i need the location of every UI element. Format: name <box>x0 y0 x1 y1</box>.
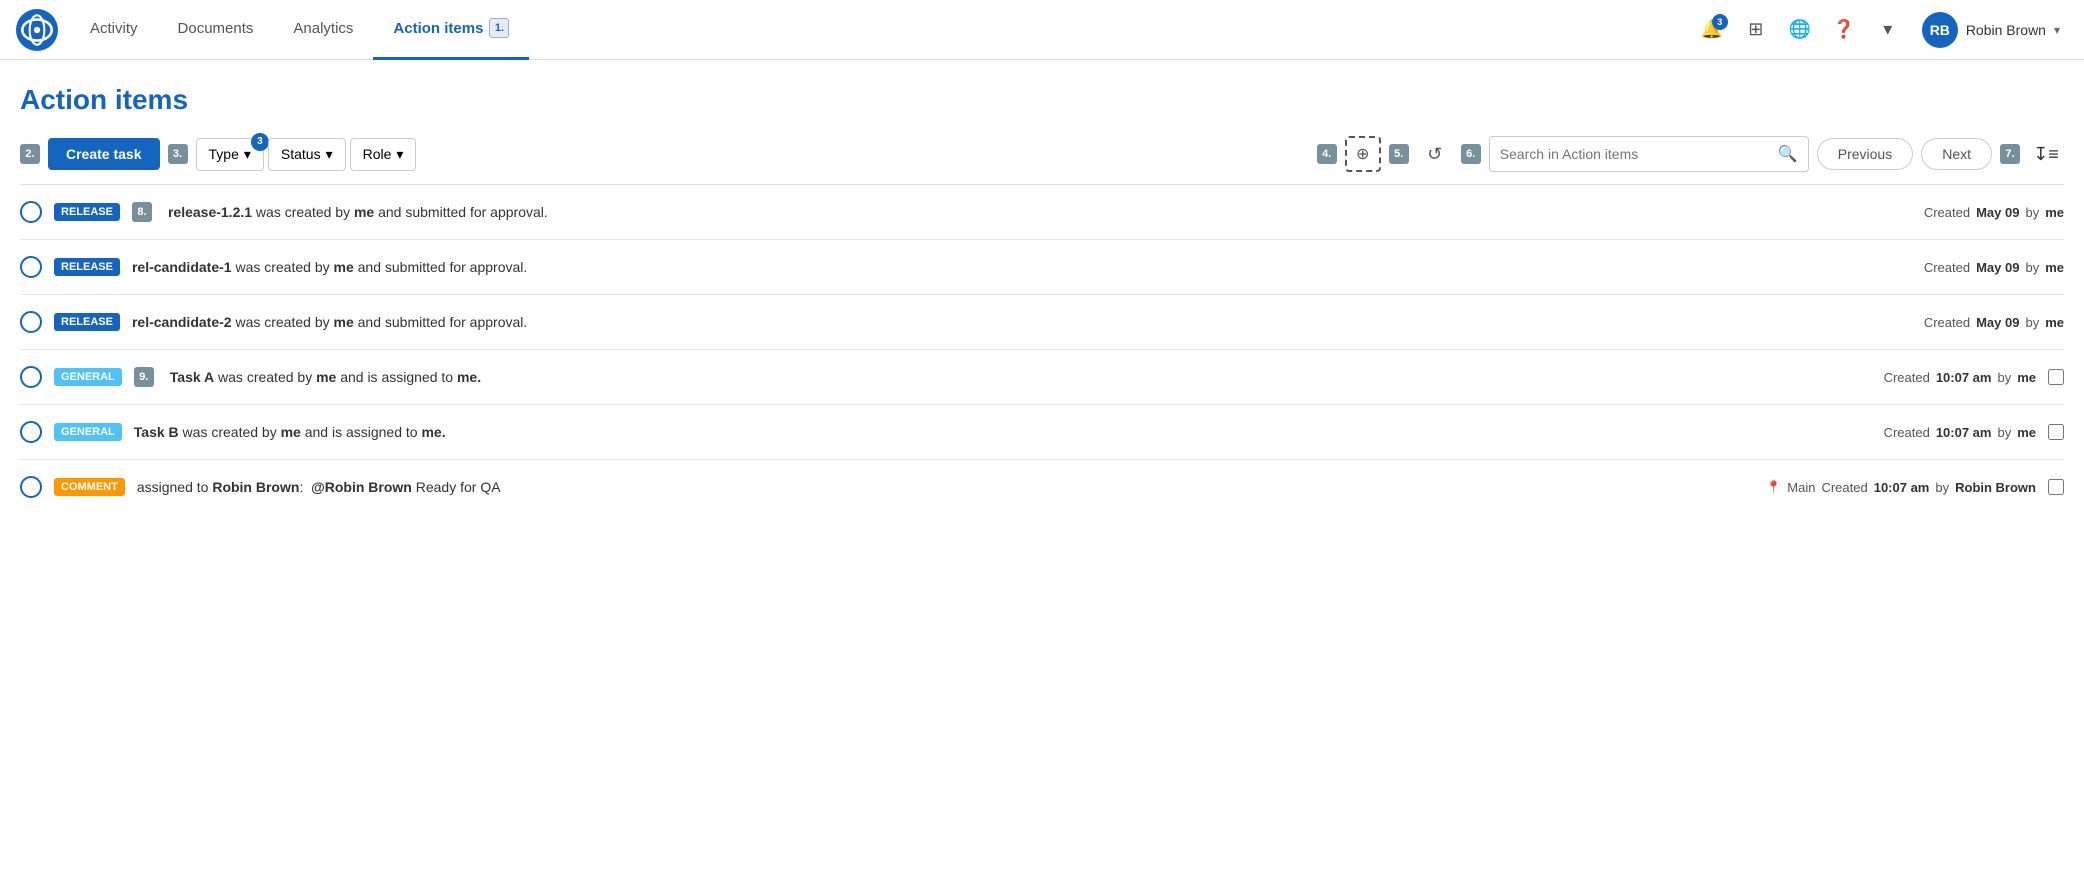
type-filter-badge: 3 <box>251 133 269 151</box>
crop-button[interactable]: ⊕ <box>1345 136 1381 172</box>
search-input[interactable] <box>1500 146 1778 162</box>
item-status-circle[interactable] <box>20 311 42 333</box>
step-9-badge: 9. <box>134 367 154 387</box>
item-meta: Created May 09 by me <box>1924 315 2064 330</box>
help-dropdown-button[interactable]: ▾ <box>1870 12 1906 48</box>
step-5-badge: 5. <box>1389 144 1409 164</box>
grid-button[interactable]: ⊞ <box>1738 12 1774 48</box>
next-button[interactable]: Next <box>1921 138 1992 170</box>
user-menu-button[interactable]: RB Robin Brown ▾ <box>1914 8 2068 52</box>
item-tag: RELEASE <box>54 258 120 276</box>
item-tag: COMMENT <box>54 478 125 496</box>
list-item: RELEASE 8. release-1.2.1 was created by … <box>20 185 2064 240</box>
navbar-right: 🔔 3 ⊞ 🌐 ❓ ▾ RB Robin Brown ▾ <box>1694 8 2068 52</box>
user-name: Robin Brown <box>1966 22 2046 38</box>
item-status-circle[interactable] <box>20 421 42 443</box>
item-meta: Created May 09 by me <box>1924 260 2064 275</box>
item-status-circle[interactable] <box>20 366 42 388</box>
nav-tabs: Activity Documents Analytics Action item… <box>70 0 1694 60</box>
item-text: Task A was created by me and is assigned… <box>170 369 1872 385</box>
chevron-down-icon: ▾ <box>396 146 403 163</box>
item-tag: GENERAL <box>54 423 122 441</box>
main-content: Action items 2. Create task 3. Type ▾ 3 … <box>0 60 2084 514</box>
chevron-down-icon: ▾ <box>326 146 333 163</box>
item-status-circle[interactable] <box>20 256 42 278</box>
avatar: RB <box>1922 12 1958 48</box>
role-filter-label: Role <box>363 146 392 162</box>
list-item: RELEASE rel-candidate-2 was created by m… <box>20 295 2064 350</box>
search-box: 🔍 <box>1489 136 1809 172</box>
question-icon: ❓ <box>1833 19 1855 40</box>
item-meta: Created May 09 by me <box>1924 205 2064 220</box>
item-text: rel-candidate-1 was created by me and su… <box>132 259 1912 275</box>
step-4-badge: 4. <box>1317 144 1337 164</box>
location-icon: 📍 <box>1766 480 1781 494</box>
item-checkbox[interactable] <box>2048 479 2064 495</box>
sort-group: 7. ↧≡ <box>2000 136 2064 172</box>
type-filter-label: Type <box>209 146 239 162</box>
item-meta: Created 10:07 am by me <box>1884 425 2036 440</box>
tab-analytics[interactable]: Analytics <box>273 0 373 60</box>
step-8-badge: 8. <box>132 202 152 222</box>
app-logo <box>16 9 58 51</box>
globe-icon: 🌐 <box>1789 19 1811 40</box>
location-label: Main <box>1787 480 1815 495</box>
item-meta: Created 10:07 am by me <box>1884 370 2036 385</box>
item-status-circle[interactable] <box>20 201 42 223</box>
list-item: GENERAL 9. Task A was created by me and … <box>20 350 2064 405</box>
status-filter-button[interactable]: Status ▾ <box>268 138 346 171</box>
globe-button[interactable]: 🌐 <box>1782 12 1818 48</box>
user-menu-chevron-icon: ▾ <box>2054 23 2060 37</box>
create-task-group: 2. Create task <box>20 138 160 170</box>
create-task-button[interactable]: Create task <box>48 138 160 170</box>
tab-documents[interactable]: Documents <box>158 0 274 60</box>
item-tag: GENERAL <box>54 368 122 386</box>
item-text: release-1.2.1 was created by me and subm… <box>168 204 1912 220</box>
undo-icon: ↺ <box>1427 144 1442 165</box>
item-tag: RELEASE <box>54 313 120 331</box>
search-icon: 🔍 <box>1778 144 1798 164</box>
items-list: RELEASE 8. release-1.2.1 was created by … <box>20 185 2064 514</box>
sort-button[interactable]: ↧≡ <box>2028 136 2064 172</box>
item-status-circle[interactable] <box>20 476 42 498</box>
item-meta: 📍 Main Created 10:07 am by Robin Brown <box>1766 480 2036 495</box>
chevron-down-icon: ▾ <box>1883 19 1892 40</box>
crosshair-icon: ⊕ <box>1356 144 1369 164</box>
status-filter-label: Status <box>281 146 321 162</box>
list-item: COMMENT assigned to Robin Brown: @Robin … <box>20 460 2064 514</box>
grid-icon: ⊞ <box>1748 19 1763 40</box>
undo-group: 5. ↺ <box>1389 136 1453 172</box>
notifications-button[interactable]: 🔔 3 <box>1694 12 1730 48</box>
tab-activity[interactable]: Activity <box>70 0 158 60</box>
list-item: RELEASE rel-candidate-1 was created by m… <box>20 240 2064 295</box>
chevron-down-icon: ▾ <box>244 146 251 163</box>
crop-group: 4. ⊕ <box>1317 136 1381 172</box>
item-text: rel-candidate-2 was created by me and su… <box>132 314 1912 330</box>
undo-button[interactable]: ↺ <box>1417 136 1453 172</box>
filters-group: 3. Type ▾ 3 Status ▾ Role ▾ <box>168 138 417 171</box>
tab-action-items-badge: 1. <box>489 18 509 38</box>
step-7-badge: 7. <box>2000 144 2020 164</box>
item-checkbox[interactable] <box>2048 369 2064 385</box>
notifications-badge: 3 <box>1712 14 1728 30</box>
tab-action-items[interactable]: Action items 1. <box>373 0 529 60</box>
item-text: assigned to Robin Brown: @Robin Brown Re… <box>137 479 1755 495</box>
step-2-badge: 2. <box>20 144 40 164</box>
toolbar: 2. Create task 3. Type ▾ 3 Status ▾ Role… <box>20 136 2064 185</box>
type-filter-button[interactable]: Type ▾ 3 <box>196 138 264 171</box>
item-checkbox[interactable] <box>2048 424 2064 440</box>
previous-button[interactable]: Previous <box>1817 138 1913 170</box>
step-3-badge: 3. <box>168 144 188 164</box>
list-item: GENERAL Task B was created by me and is … <box>20 405 2064 460</box>
step-6-badge: 6. <box>1461 144 1481 164</box>
search-group: 6. 🔍 <box>1461 136 1809 172</box>
role-filter-button[interactable]: Role ▾ <box>350 138 417 171</box>
sort-icon: ↧≡ <box>2033 144 2059 165</box>
item-text: Task B was created by me and is assigned… <box>134 424 1872 440</box>
navbar: Activity Documents Analytics Action item… <box>0 0 2084 60</box>
page-title: Action items <box>20 84 2064 116</box>
item-tag: RELEASE <box>54 203 120 221</box>
help-button[interactable]: ❓ <box>1826 12 1862 48</box>
